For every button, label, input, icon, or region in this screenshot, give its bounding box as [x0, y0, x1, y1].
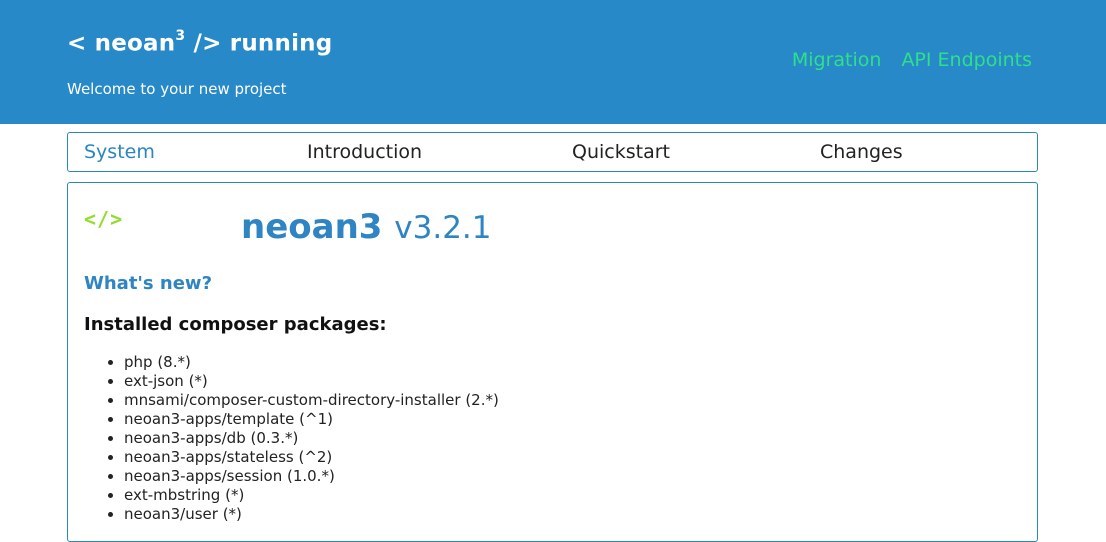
tab-changes[interactable]: Changes [820, 141, 903, 163]
nav-link-migration[interactable]: Migration [792, 49, 882, 71]
product-version: v3.2.1 [394, 210, 492, 246]
tab-system[interactable]: System [84, 141, 155, 163]
brand-prefix: < neoan [67, 30, 176, 57]
list-item: neoan3-apps/session (1.0.*) [124, 467, 499, 486]
list-item: ext-json (*) [124, 372, 499, 391]
list-item: neoan3-apps/template (^1) [124, 410, 499, 429]
brand-title: < neoan3 /> running [67, 28, 333, 57]
list-item: php (8.*) [124, 353, 499, 372]
nav-link-api-endpoints[interactable]: API Endpoints [901, 49, 1032, 71]
list-item: mnsami/composer-custom-directory-install… [124, 391, 499, 410]
list-item: neoan3-apps/stateless (^2) [124, 448, 499, 467]
list-item: neoan3/user (*) [124, 505, 499, 524]
tab-bar: System Introduction Quickstart Changes [67, 132, 1038, 172]
product-name: neoan3 [241, 207, 383, 247]
list-item: neoan3-apps/db (0.3.*) [124, 429, 499, 448]
list-item: ext-mbstring (*) [124, 486, 499, 505]
whats-new-link[interactable]: What's new? [84, 273, 212, 294]
top-navigation: Migration API Endpoints [792, 49, 1032, 71]
code-logo-icon: </> [84, 207, 124, 231]
package-list: php (8.*) ext-json (*) mnsami/composer-c… [84, 353, 499, 524]
site-header: < neoan3 /> running Welcome to your new … [0, 0, 1106, 124]
system-panel: </> neoan3 v3.2.1 What's new? Installed … [67, 182, 1038, 542]
tab-quickstart[interactable]: Quickstart [572, 141, 670, 163]
packages-heading: Installed composer packages: [84, 314, 387, 335]
brand-superscript: 3 [175, 28, 186, 44]
header-subtitle: Welcome to your new project [67, 80, 287, 98]
tab-introduction[interactable]: Introduction [307, 141, 422, 163]
brand-suffix: /> running [185, 30, 333, 57]
product-title: neoan3 v3.2.1 [241, 207, 492, 247]
